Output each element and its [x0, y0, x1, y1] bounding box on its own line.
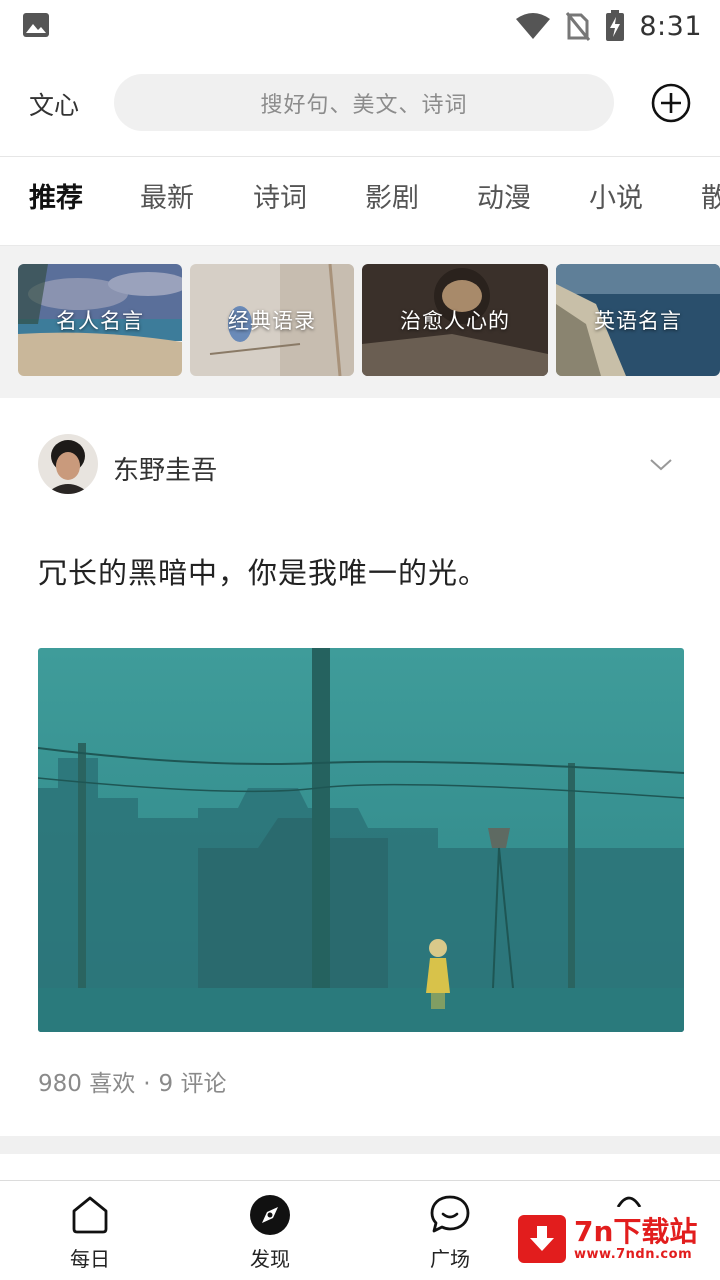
topic-card-healing[interactable]: 治愈人心的: [362, 264, 548, 376]
plus-circle-icon[interactable]: [651, 83, 691, 123]
tab-latest[interactable]: 最新: [140, 176, 194, 215]
home-icon: [72, 1196, 108, 1234]
wifi-icon: [516, 13, 551, 39]
status-time: 8:31: [639, 10, 702, 42]
topic-card-classic-quotes[interactable]: 经典语录: [190, 264, 354, 376]
post-illustration: [38, 648, 684, 1032]
status-bar: 8:31: [0, 0, 720, 52]
nav-label: 发现: [250, 1247, 290, 1271]
chat-bubble-icon: [430, 1195, 470, 1233]
gallery-icon: [23, 13, 49, 37]
nav-label: 每日: [70, 1247, 110, 1271]
watermark-title: 7n下载站: [574, 1214, 698, 1248]
tab-recommend[interactable]: 推荐: [29, 176, 83, 215]
post-quote[interactable]: 冗长的黑暗中，你是我唯一的光。: [38, 550, 488, 592]
tab-prose[interactable]: 散: [701, 176, 720, 215]
author-avatar[interactable]: [38, 434, 98, 494]
profile-icon-partial[interactable]: [614, 1193, 644, 1207]
topic-card-famous-quotes[interactable]: 名人名言: [18, 264, 182, 376]
topic-label: 英语名言: [594, 309, 682, 333]
watermark: 7n下载站 www.7ndn.com: [518, 1208, 714, 1270]
likes-count[interactable]: 980 喜欢: [38, 1071, 135, 1097]
nav-label: 广场: [430, 1247, 470, 1271]
tab-film[interactable]: 影剧: [365, 176, 419, 215]
topic-label: 经典语录: [228, 309, 316, 333]
search-placeholder: 搜好句、美文、诗词: [260, 92, 468, 118]
topic-strip: 名人名言 经典语录 治愈人心的 英语名言: [0, 246, 720, 398]
tab-novel[interactable]: 小说: [589, 176, 643, 215]
watermark-url: www.7ndn.com: [574, 1246, 693, 1262]
feed-divider: [0, 1136, 720, 1154]
search-bar[interactable]: 搜好句、美文、诗词: [114, 74, 614, 131]
topic-label: 名人名言: [56, 309, 144, 333]
tab-poetry[interactable]: 诗词: [253, 176, 307, 215]
topic-label: 治愈人心的: [400, 309, 510, 333]
stats-separator: ·: [143, 1071, 151, 1097]
nav-square[interactable]: 广场: [410, 1193, 490, 1273]
app-header: 文心 搜好句、美文、诗词: [0, 52, 720, 157]
no-sim-icon: [566, 12, 591, 41]
compass-icon: [250, 1195, 290, 1235]
topic-card-english-quotes[interactable]: 英语名言: [556, 264, 720, 376]
chevron-down-icon[interactable]: [648, 456, 674, 474]
post-image[interactable]: [38, 648, 684, 1032]
post-stats: 980 喜欢 · 9 评论: [38, 1064, 226, 1098]
category-tabs: 推荐 最新 诗词 影剧 动漫 小说 散: [0, 158, 720, 246]
battery-charging-icon: [606, 10, 625, 41]
comments-count[interactable]: 9 评论: [159, 1071, 227, 1097]
app-title: 文心: [29, 91, 80, 120]
tab-anime[interactable]: 动漫: [477, 176, 531, 215]
post-card: 东野圭吾 冗长的黑暗中，你是我唯一的光。 980 喜欢 · 9 评论: [0, 398, 720, 1136]
nav-daily[interactable]: 每日: [50, 1193, 130, 1273]
download-arrow-icon: [518, 1215, 566, 1263]
author-name[interactable]: 东野圭吾: [113, 450, 217, 487]
avatar-image: [38, 434, 98, 494]
nav-discover[interactable]: 发现: [230, 1193, 310, 1273]
